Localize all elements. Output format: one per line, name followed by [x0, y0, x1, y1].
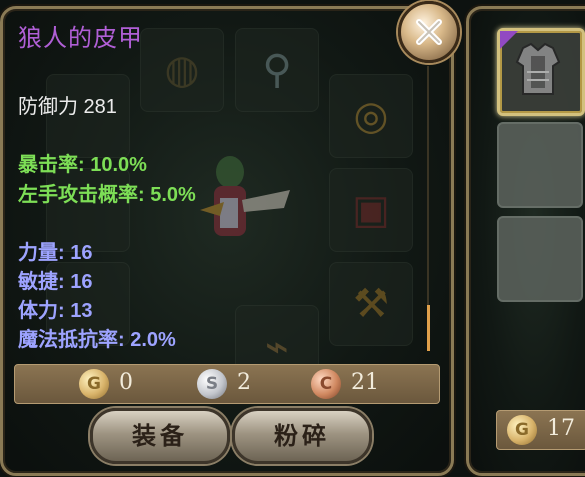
- player-gold-amount: 17: [547, 416, 575, 441]
- player-gold-display: G 17: [496, 410, 585, 450]
- magic-resist-stat: 魔法抵抗率: 2.0%: [18, 329, 176, 351]
- inventory-slot-selected[interactable]: [497, 28, 585, 116]
- bg-slot-axe: ⚒: [329, 262, 413, 346]
- gold-coin-icon: G: [79, 369, 109, 399]
- gold-amount: 0: [119, 370, 133, 395]
- bg-slot-ring: ◎: [329, 74, 413, 158]
- copper-amount: 21: [351, 370, 379, 395]
- item-title: 狼人的皮甲: [18, 24, 143, 52]
- armor-icon: ▣: [352, 188, 390, 232]
- bg-slot-helmet: ◍: [140, 28, 224, 112]
- character-figure: [200, 156, 290, 236]
- close-icon: [416, 19, 442, 45]
- gold-coin-icon: G: [507, 415, 537, 445]
- axe-icon: ⚒: [353, 282, 389, 326]
- inventory-slot-empty[interactable]: [497, 122, 583, 208]
- ring-icon: ◎: [353, 94, 389, 138]
- bg-slot-armor: ▣: [329, 168, 413, 252]
- offhand-attack-stat: 左手攻击概率: 5.0%: [18, 184, 196, 206]
- silver-coin-icon: S: [197, 369, 227, 399]
- strength-stat: 力量: 16: [18, 242, 93, 264]
- crit-rate-stat: 暴击率: 10.0%: [18, 154, 147, 176]
- stamina-stat: 体力: 13: [18, 300, 93, 322]
- scrollbar-thumb[interactable]: [427, 305, 430, 351]
- silver-amount: 2: [237, 370, 251, 395]
- equip-button[interactable]: 装备: [90, 408, 230, 464]
- defense-stat: 防御力 281: [18, 96, 117, 118]
- shatter-button[interactable]: 粉碎: [232, 408, 372, 464]
- helmet-icon: ◍: [164, 48, 200, 92]
- inventory-slot-empty[interactable]: [497, 216, 583, 302]
- leather-armor-icon: [515, 42, 561, 95]
- bg-slot-necklace: ⚲: [235, 28, 319, 112]
- sell-price-bar: G 0 S 2 C 21: [14, 364, 440, 404]
- copper-coin-icon: C: [311, 369, 341, 399]
- agility-stat: 敏捷: 16: [18, 271, 93, 293]
- necklace-icon: ⚲: [262, 48, 292, 92]
- close-button[interactable]: [398, 1, 460, 63]
